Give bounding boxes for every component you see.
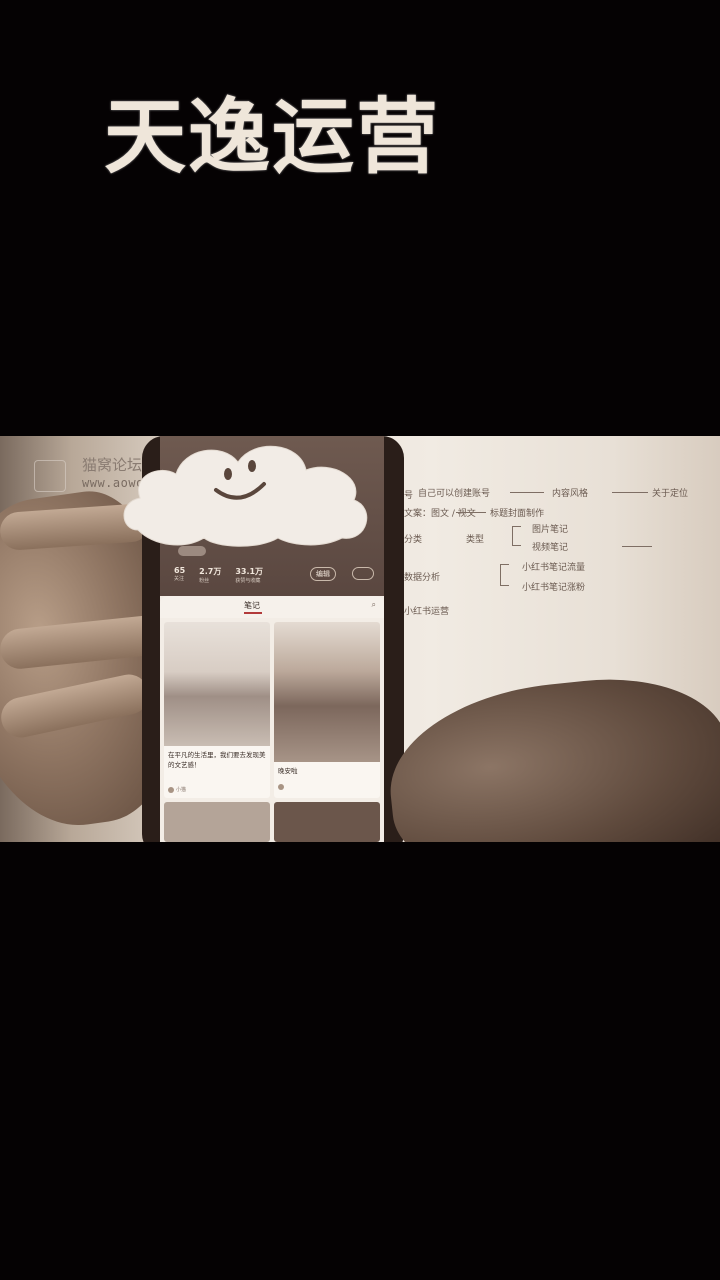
smiley-cloud-icon [123,445,368,547]
profile-stats: 65 关注 2.7万 粉丝 33.1万 获赞与收藏 [174,566,263,584]
note-card[interactable]: 晚安啦 [274,622,380,798]
mindmap-node: 关于定位 [652,489,689,499]
mindmap-node: 视频笔记 [532,543,569,553]
search-icon[interactable]: ⌕ [372,600,376,610]
note-card[interactable]: 在平凡的生活里，我们要去发现美的文艺感！ 小猫 [164,622,270,798]
right-hand [381,666,720,842]
tab-notes[interactable]: 笔记 [244,600,260,611]
note-card[interactable] [274,802,380,842]
stat-likes[interactable]: 33.1万 获赞与收藏 [235,566,263,584]
edit-profile-button[interactable]: 编辑 [310,567,336,581]
note-title: 在平凡的生活里，我们要去发现美的文艺感！ [168,751,266,769]
avatar [168,786,174,793]
avatar [278,784,284,790]
mindmap-node: 图片笔记 [532,525,569,535]
mindmap-node: 号 [404,491,414,501]
tab-active-indicator [244,612,262,614]
author-name: 小猫 [176,787,187,793]
mindmap-node: 标题封面制作 [490,509,545,519]
note-image [164,622,270,746]
settings-button[interactable] [352,567,374,580]
mindmap-node: 小红书运营 [404,607,450,617]
stat-label: 获赞与收藏 [235,578,261,584]
video-overlay-title: 天逸运营 [104,90,441,185]
stat-value: 2.7万 [199,567,222,576]
mindmap-node: 小红书笔记流量 [522,563,586,573]
note-image [274,622,380,762]
note-title: 晚安啦 [278,767,298,775]
stat-following[interactable]: 65 关注 [174,566,185,584]
stat-followers[interactable]: 2.7万 粉丝 [199,566,221,584]
photo-frame: 号 自己可以创建账号 内容风格 关于定位 文案：图文 / 视文 标题封面制作 分… [0,436,720,842]
stat-value: 33.1万 [235,567,264,576]
mindmap-node: 小红书笔记涨粉 [522,583,586,593]
watermark-logo-icon [34,460,66,492]
mindmap-node: 类型 [466,535,485,545]
mindmap-node: 自己可以创建账号 [418,489,491,499]
mindmap-node: 内容风格 [552,489,589,499]
stat-value: 65 [174,566,186,575]
stat-label: 粉丝 [199,578,210,584]
mindmap-node: 数据分析 [404,573,441,583]
mindmap-node: 分类 [404,535,423,545]
stat-label: 关注 [174,576,185,582]
profile-tabbar: 笔记 ⌕ [160,596,384,618]
note-author [278,784,286,791]
note-author: 小猫 [168,786,186,793]
note-card[interactable] [164,802,270,842]
